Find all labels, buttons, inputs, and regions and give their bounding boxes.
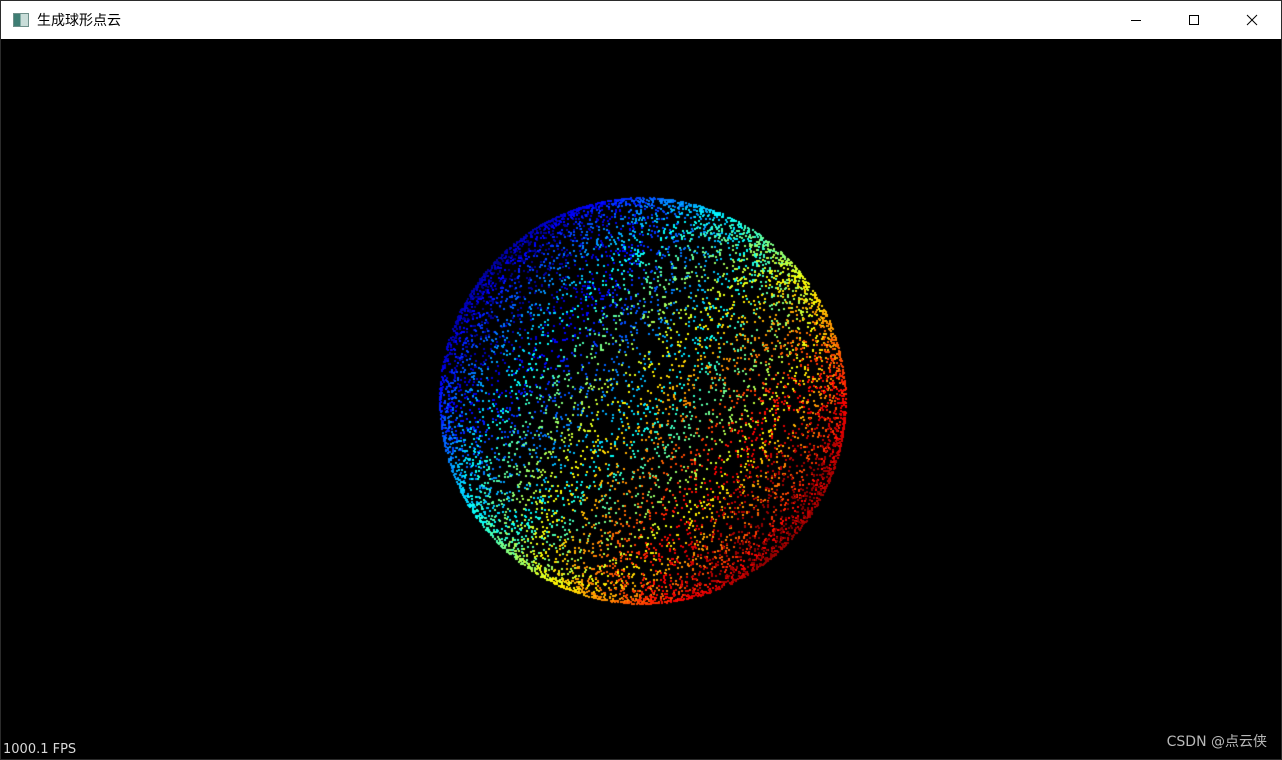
- sphere-point-cloud[interactable]: [1, 39, 1281, 759]
- maximize-icon: [1189, 15, 1199, 25]
- close-button[interactable]: [1223, 1, 1281, 39]
- minimize-icon: [1131, 20, 1141, 21]
- watermark: CSDN @点云侠: [1166, 734, 1267, 750]
- app-icon: [13, 13, 29, 27]
- title-bar[interactable]: 生成球形点云: [1, 1, 1281, 39]
- app-window: 生成球形点云 1000.1 FPS CSDN @点云侠: [0, 0, 1282, 760]
- point-cloud-viewport[interactable]: 1000.1 FPS CSDN @点云侠: [1, 39, 1281, 759]
- fps-counter: 1000.1 FPS: [3, 742, 77, 757]
- maximize-button[interactable]: [1165, 1, 1223, 39]
- close-icon: [1246, 14, 1258, 26]
- window-title: 生成球形点云: [37, 13, 121, 29]
- window-controls: [1107, 1, 1281, 39]
- minimize-button[interactable]: [1107, 1, 1165, 39]
